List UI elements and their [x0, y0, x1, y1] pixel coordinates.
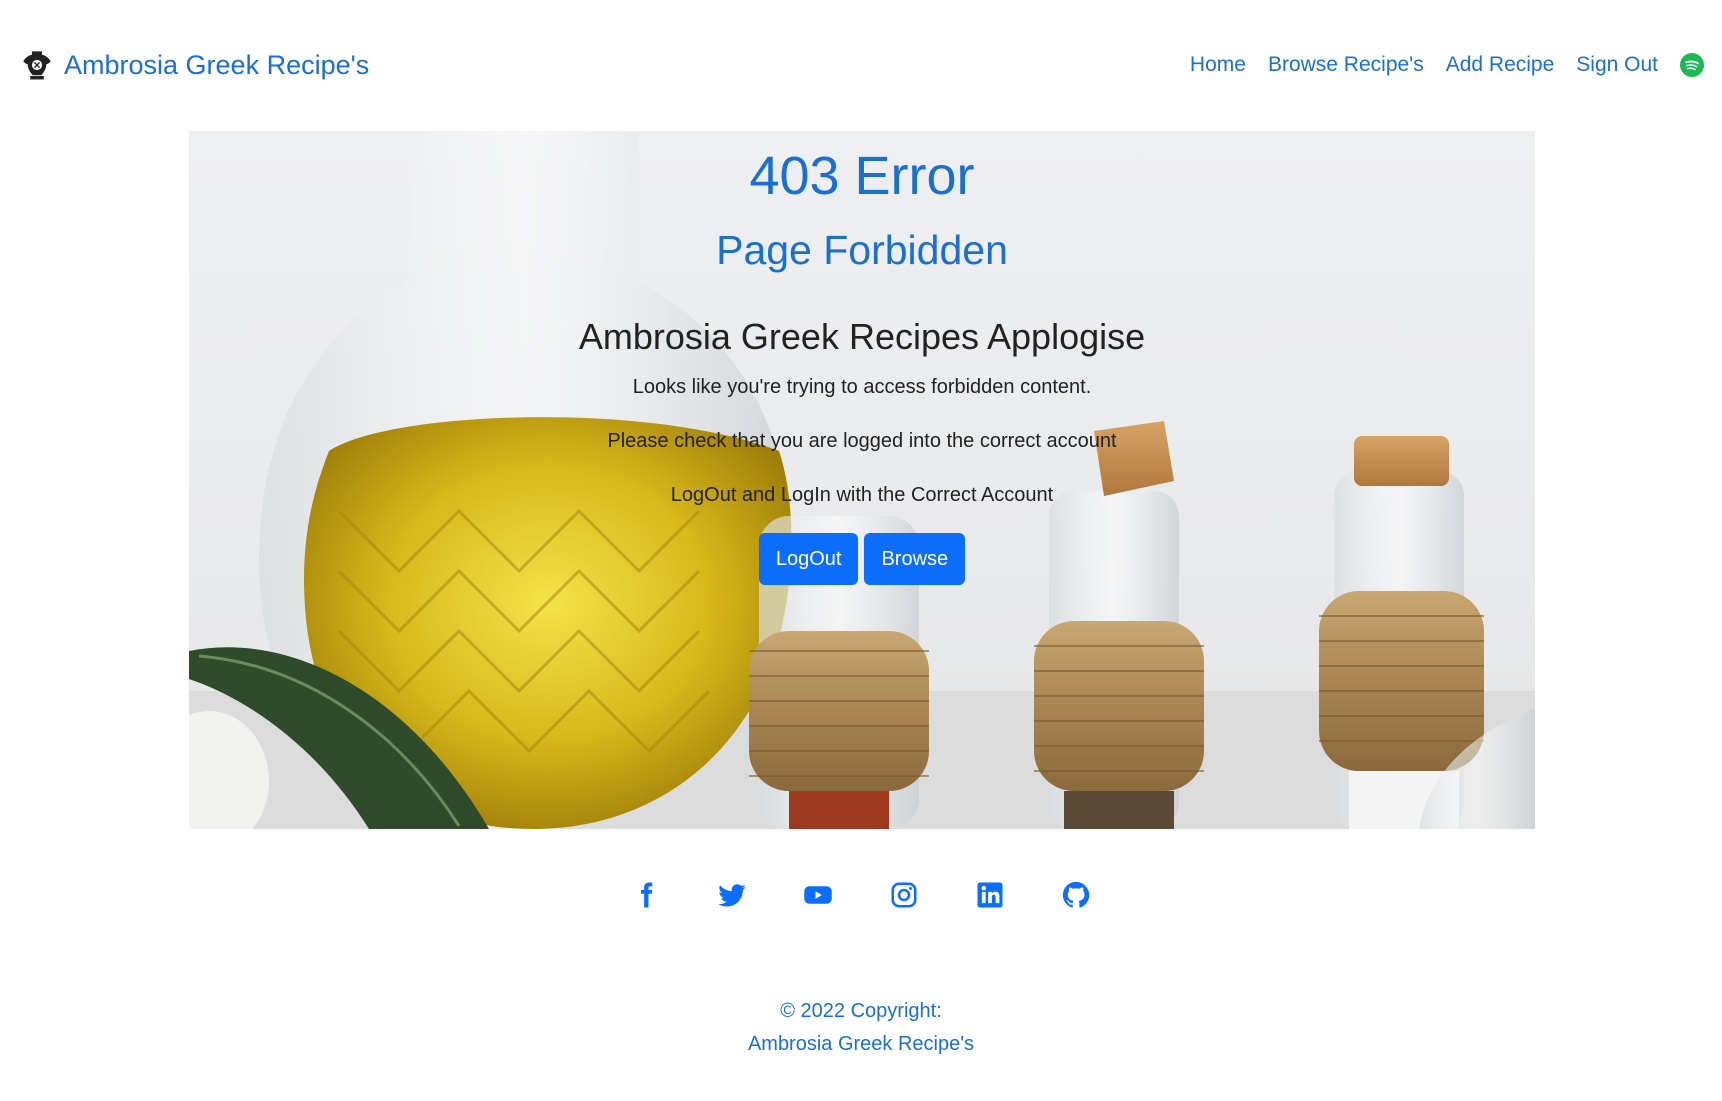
navbar: Ambrosia Greek Recipe's Home Browse Reci… [0, 0, 1722, 130]
spotify-icon[interactable] [1680, 53, 1704, 77]
github-icon[interactable] [1061, 880, 1091, 910]
error-message-3: LogOut and LogIn with the Correct Accoun… [670, 484, 1054, 507]
footer: © 2022 Copyright: Ambrosia Greek Recipe'… [0, 995, 1722, 1061]
facebook-icon[interactable] [631, 880, 661, 910]
apology-heading: Ambrosia Greek Recipes Applogise [578, 316, 1146, 358]
nav-home[interactable]: Home [1190, 53, 1246, 77]
nav-sign-out[interactable]: Sign Out [1576, 53, 1658, 77]
error-content: 403 Error Page Forbidden Ambrosia Greek … [189, 131, 1535, 586]
social-links [0, 880, 1722, 910]
logout-button[interactable]: LogOut [758, 533, 859, 586]
nav-links: Home Browse Recipe's Add Recipe Sign Out [1190, 53, 1704, 77]
error-title: 403 Error [749, 146, 975, 206]
footer-site-link[interactable]: Ambrosia Greek Recipe's [0, 1028, 1722, 1061]
instagram-icon[interactable] [889, 880, 919, 910]
error-subtitle: Page Forbidden [716, 227, 1008, 274]
error-message-1: Looks like you're trying to access forbi… [632, 376, 1092, 399]
youtube-icon[interactable] [803, 880, 833, 910]
hero-section: 403 Error Page Forbidden Ambrosia Greek … [189, 131, 1535, 829]
brand-name: Ambrosia Greek Recipe's [64, 49, 370, 80]
twitter-icon[interactable] [717, 880, 747, 910]
greek-amphora-icon [20, 48, 54, 82]
browse-button[interactable]: Browse [864, 533, 966, 586]
button-row: LogOut Browse [189, 533, 1535, 586]
nav-browse-recipes[interactable]: Browse Recipe's [1268, 53, 1424, 77]
brand-link[interactable]: Ambrosia Greek Recipe's [20, 48, 369, 82]
nav-add-recipe[interactable]: Add Recipe [1446, 53, 1555, 77]
error-message-2: Please check that you are logged into th… [607, 430, 1117, 453]
copyright-text: © 2022 Copyright: [780, 1000, 942, 1022]
linkedin-icon[interactable] [975, 880, 1005, 910]
